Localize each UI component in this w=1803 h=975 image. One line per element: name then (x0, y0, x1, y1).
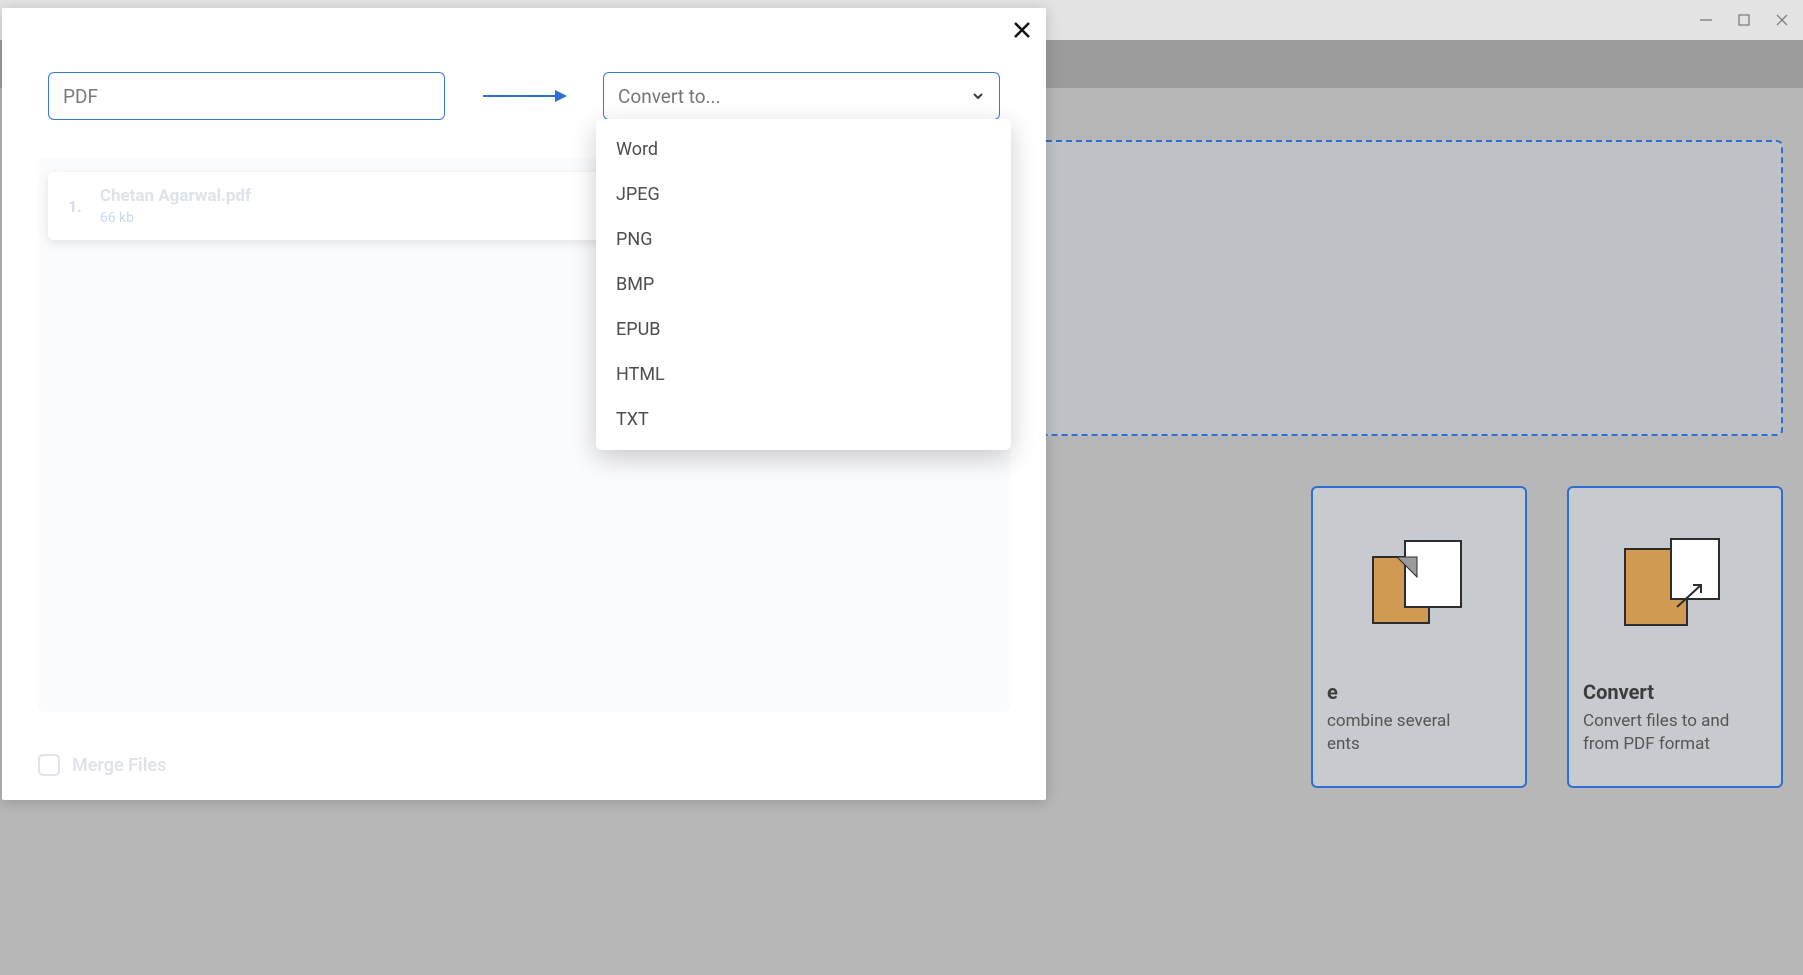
option-html[interactable]: HTML (596, 352, 1011, 397)
merge-files-option[interactable]: Merge Files (38, 754, 166, 776)
close-icon[interactable] (1008, 16, 1036, 44)
card-merge[interactable]: e combine several ents (1311, 486, 1527, 788)
card-convert-title: Convert (1583, 680, 1767, 704)
source-format-field[interactable]: PDF (48, 72, 445, 120)
conversion-row: PDF Convert to... Word JPEG PNG BMP EPUB… (48, 72, 1000, 120)
maximize-icon[interactable] (1735, 11, 1753, 29)
target-format-placeholder: Convert to... (618, 85, 721, 108)
card-convert[interactable]: Convert Convert files to and from PDF fo… (1567, 486, 1783, 788)
option-png[interactable]: PNG (596, 217, 1011, 262)
merge-checkbox[interactable] (38, 754, 60, 776)
source-format-label: PDF (63, 85, 98, 108)
merge-icon (1327, 502, 1511, 668)
option-word[interactable]: Word (596, 127, 1011, 172)
chevron-down-icon (971, 89, 985, 103)
card-merge-desc: combine several ents (1327, 710, 1511, 756)
arrow-right-icon (449, 87, 599, 105)
option-epub[interactable]: EPUB (596, 307, 1011, 352)
minimize-icon[interactable] (1697, 11, 1715, 29)
convert-icon (1583, 502, 1767, 668)
format-options-list: Word JPEG PNG BMP EPUB HTML TXT (596, 119, 1011, 450)
file-name: Chetan Agarwal.pdf (100, 186, 251, 206)
file-index: 1. (68, 197, 82, 216)
merge-label: Merge Files (72, 755, 166, 776)
close-window-icon[interactable] (1773, 11, 1791, 29)
file-size: 66 kb (100, 210, 251, 226)
card-convert-desc: Convert files to and from PDF format (1583, 710, 1767, 756)
convert-modal: PDF Convert to... Word JPEG PNG BMP EPUB… (2, 8, 1046, 800)
option-jpeg[interactable]: JPEG (596, 172, 1011, 217)
target-format-dropdown[interactable]: Convert to... Word JPEG PNG BMP EPUB HTM… (603, 72, 1000, 120)
card-merge-title: e (1327, 680, 1511, 704)
option-bmp[interactable]: BMP (596, 262, 1011, 307)
option-txt[interactable]: TXT (596, 397, 1011, 442)
